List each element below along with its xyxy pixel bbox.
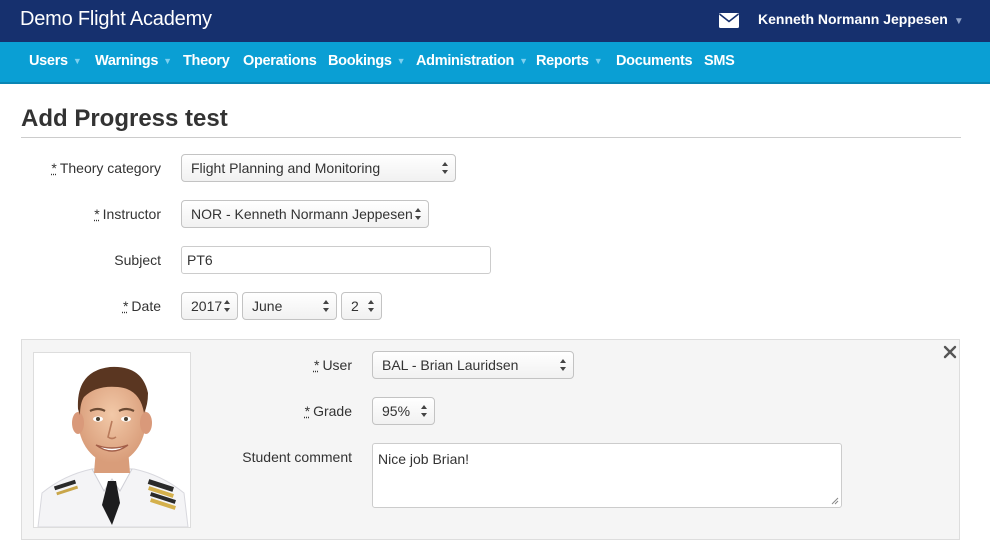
select-value: 95%	[382, 403, 411, 419]
select-value: June	[252, 298, 283, 314]
chevron-down-icon: ▼	[72, 56, 82, 66]
nav-item-sms[interactable]: SMS	[704, 53, 735, 69]
select-arrows-icon	[323, 300, 329, 312]
nav-label: Reports	[536, 53, 589, 69]
required-mark: *	[94, 206, 100, 222]
nav-label: SMS	[704, 53, 735, 69]
page-title: Add Progress test	[21, 105, 228, 132]
select-arrows-icon	[415, 208, 421, 220]
nav-label: Administration	[416, 53, 515, 69]
nav-label: Documents	[616, 53, 693, 69]
title-divider	[21, 137, 961, 138]
subject-input[interactable]: PT6	[181, 246, 491, 274]
textarea-value: Nice job Brian!	[378, 451, 470, 467]
user-name: Kenneth Normann Jeppesen	[758, 11, 948, 27]
close-icon[interactable]	[943, 345, 957, 359]
select-value: 2017	[191, 298, 223, 314]
label-text: Theory category	[59, 160, 161, 176]
student-photo	[33, 352, 191, 528]
nav-item-bookings[interactable]: Bookings ▼	[328, 53, 406, 69]
student-comment-textarea[interactable]: Nice job Brian!	[372, 443, 842, 508]
grade-select[interactable]: 95%	[372, 397, 435, 425]
nav-item-theory[interactable]: Theory	[183, 53, 230, 69]
student-user-select[interactable]: BAL - Brian Lauridsen	[372, 351, 574, 379]
nav-item-reports[interactable]: Reports ▼	[536, 53, 603, 69]
date-year-select[interactable]: 2017	[181, 292, 238, 320]
student-user-label: * User	[314, 357, 352, 373]
user-menu[interactable]: Kenneth Normann Jeppesen ▼	[758, 11, 964, 27]
select-arrows-icon	[442, 162, 448, 174]
select-arrows-icon	[421, 405, 427, 417]
nav-item-documents[interactable]: Documents	[616, 53, 693, 69]
nav-label: Users	[29, 53, 68, 69]
select-value: NOR - Kenneth Normann Jeppesen	[191, 206, 413, 222]
select-arrows-icon	[224, 300, 230, 312]
resize-handle-icon[interactable]	[831, 497, 839, 505]
brand-logo-text[interactable]: Demo Flight Academy	[20, 8, 212, 31]
theory-category-label: * Theory category	[51, 160, 161, 176]
instructor-label: * Instructor	[94, 206, 161, 222]
required-mark: *	[122, 298, 129, 314]
nav-item-users[interactable]: Users ▼	[29, 53, 82, 69]
nav-label: Warnings	[95, 53, 159, 69]
nav-label: Operations	[243, 53, 317, 69]
required-mark: *	[304, 403, 311, 419]
main-nav: Users ▼ Warnings ▼ Theory Operations Booki…	[0, 42, 990, 84]
select-arrows-icon	[560, 359, 566, 371]
envelope-icon[interactable]	[719, 13, 739, 28]
required-mark: *	[51, 160, 57, 176]
date-day-select[interactable]: 2	[341, 292, 382, 320]
required-mark: *	[313, 357, 320, 373]
date-label: * Date	[123, 298, 161, 314]
select-value: 2	[351, 298, 359, 314]
grade-label: * Grade	[305, 403, 352, 419]
select-arrows-icon	[368, 300, 374, 312]
nav-label: Bookings	[328, 53, 392, 69]
chevron-down-icon: ▼	[953, 16, 964, 27]
top-bar: Demo Flight Academy Kenneth Normann Jepp…	[0, 0, 990, 42]
chevron-down-icon: ▼	[396, 56, 406, 66]
label-text: Instructor	[102, 206, 161, 222]
subject-label: Subject	[114, 252, 161, 268]
label-text: Grade	[313, 403, 352, 419]
chevron-down-icon: ▼	[519, 56, 528, 66]
chevron-down-icon: ▼	[163, 56, 172, 66]
label-text: Date	[131, 298, 161, 314]
date-month-select[interactable]: June	[242, 292, 337, 320]
nav-item-operations[interactable]: Operations	[243, 53, 317, 69]
label-text: User	[322, 357, 352, 373]
chevron-down-icon: ▼	[593, 56, 603, 66]
select-value: BAL - Brian Lauridsen	[382, 357, 519, 373]
instructor-select[interactable]: NOR - Kenneth Normann Jeppesen	[181, 200, 429, 228]
nav-item-warnings[interactable]: Warnings ▼	[95, 53, 172, 69]
avatar	[34, 353, 190, 527]
nav-label: Theory	[183, 53, 230, 69]
theory-category-select[interactable]: Flight Planning and Monitoring	[181, 154, 456, 182]
student-comment-label: Student comment	[242, 449, 352, 465]
select-value: Flight Planning and Monitoring	[191, 160, 381, 176]
nav-item-administration[interactable]: Administration ▼	[416, 53, 528, 69]
